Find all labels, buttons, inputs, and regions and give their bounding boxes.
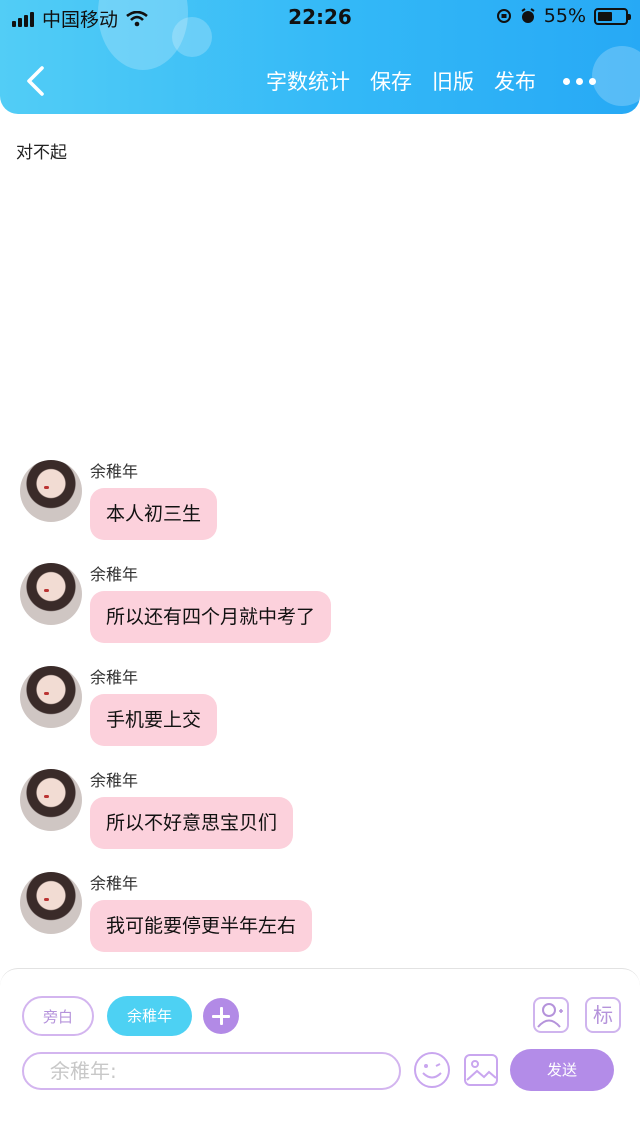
- speaker-name: 余稚年: [90, 668, 139, 687]
- save-button[interactable]: 保存: [370, 66, 412, 96]
- avatar[interactable]: [20, 666, 82, 728]
- list-item[interactable]: 余稚年 我可能要停更半年左右: [0, 870, 640, 973]
- send-button[interactable]: 发送: [510, 1049, 614, 1091]
- battery-percent: 55%: [543, 5, 586, 27]
- avatar[interactable]: [20, 769, 82, 831]
- message-input[interactable]: 余稚年:: [22, 1052, 401, 1090]
- add-role-button[interactable]: [203, 998, 239, 1034]
- narrator-chip[interactable]: 旁白: [22, 996, 94, 1036]
- rotation-lock-icon: [496, 9, 511, 23]
- mark-button[interactable]: 标: [585, 997, 621, 1033]
- status-bar: 中国移动 22:26 55%: [0, 0, 640, 34]
- message-bubble[interactable]: 手机要上交: [90, 694, 218, 746]
- speaker-name: 余稚年: [90, 874, 139, 893]
- publish-button[interactable]: 发布: [494, 66, 536, 96]
- avatar[interactable]: [20, 460, 82, 522]
- speaker-name: 余稚年: [90, 771, 139, 790]
- message-bubble[interactable]: 我可能要停更半年左右: [90, 900, 313, 952]
- top-bar: 中国移动 22:26 55% 字数统计 保存 旧版 发布: [0, 0, 640, 114]
- document-title[interactable]: 对不起: [16, 138, 67, 163]
- battery-icon: [594, 7, 631, 25]
- emoji-icon[interactable]: [413, 1051, 451, 1089]
- message-list: 余稚年 本人初三生 余稚年 所以还有四个月就中考了 余稚年 手机要上交 余稚年 …: [0, 458, 640, 973]
- list-item[interactable]: 余稚年 所以不好意思宝贝们: [0, 767, 640, 870]
- message-bubble[interactable]: 本人初三生: [90, 488, 218, 540]
- nav-bar: 字数统计 保存 旧版 发布: [0, 56, 640, 106]
- role-chip-selected[interactable]: 余稚年: [107, 996, 192, 1036]
- list-item[interactable]: 余稚年 本人初三生: [0, 458, 640, 561]
- message-bubble[interactable]: 所以还有四个月就中考了: [90, 591, 332, 643]
- list-item[interactable]: 余稚年 手机要上交: [0, 664, 640, 767]
- speaker-name: 余稚年: [90, 462, 139, 481]
- avatar[interactable]: [20, 563, 82, 625]
- alarm-icon: [521, 8, 535, 23]
- more-options-icon[interactable]: [563, 78, 596, 85]
- old-version-button[interactable]: 旧版: [432, 66, 474, 96]
- speaker-name: 余稚年: [90, 565, 139, 584]
- composer-panel: 旁白 余稚年 标 余稚年: 发送: [0, 968, 640, 1138]
- person-icon: [537, 1003, 563, 1028]
- image-icon[interactable]: [462, 1051, 500, 1089]
- list-item[interactable]: 余稚年 所以还有四个月就中考了: [0, 561, 640, 664]
- word-count-button[interactable]: 字数统计: [266, 66, 350, 96]
- character-settings-button[interactable]: [533, 997, 569, 1033]
- avatar[interactable]: [20, 872, 82, 934]
- back-arrow-icon[interactable]: [22, 64, 50, 98]
- message-bubble[interactable]: 所以不好意思宝贝们: [90, 797, 294, 849]
